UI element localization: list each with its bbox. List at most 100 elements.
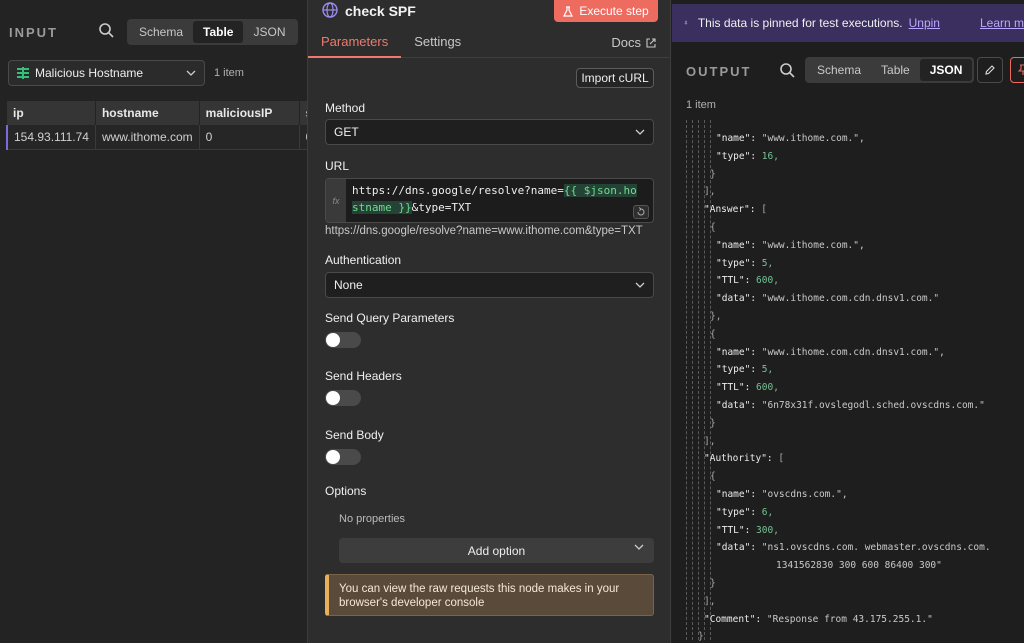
json-key[interactable]: "name": [716, 133, 762, 144]
table-cell[interactable]: 0 [299, 125, 307, 150]
json-line: "name": "www.ithome.com.cdn.dnsv1.com.", [716, 347, 945, 359]
column-header-maliciousip[interactable]: maliciousIP [199, 101, 300, 125]
json-key[interactable]: "TTL": [716, 382, 756, 393]
method-value: GET [334, 125, 359, 139]
json-value[interactable]: "6n78x31f.ovslegodl.sched.ovscdns.com." [762, 400, 985, 411]
execute-step-button[interactable]: Execute step [554, 0, 658, 22]
input-view-toggle: Schema Table JSON [127, 19, 298, 45]
pin-icon [684, 20, 688, 25]
output-tab-schema[interactable]: Schema [807, 59, 871, 81]
search-icon[interactable] [98, 22, 120, 44]
node-title[interactable]: check SPF [345, 3, 416, 19]
json-value[interactable]: "ns1.ovscdns.com. webmaster.ovscdns.com. [762, 542, 991, 553]
import-curl-button[interactable]: Import cURL [576, 68, 654, 88]
node-header: check SPF Execute step Parameters Settin… [308, 0, 670, 58]
json-key[interactable]: "Comment": [704, 614, 767, 625]
edit-output-button[interactable] [977, 57, 1003, 83]
learn-more-link[interactable]: Learn m [980, 16, 1024, 30]
authentication-label: Authentication [325, 253, 402, 267]
json-punctuation: } [698, 631, 704, 643]
json-line: "name": "www.ithome.com.", [716, 240, 865, 252]
json-value[interactable]: "ovscdns.com.", [762, 489, 848, 500]
json-punctuation: { [710, 222, 716, 233]
json-key[interactable]: "type": [716, 507, 762, 518]
json-key[interactable]: "data": [716, 400, 762, 411]
json-value[interactable]: 600, [756, 275, 779, 286]
column-header-susp[interactable]: susp [299, 101, 307, 125]
json-value[interactable]: "www.ithome.com.cdn.dnsv1.com." [762, 293, 939, 304]
input-node-selector[interactable]: Malicious Hostname [8, 60, 205, 86]
column-header-ip[interactable]: ip [7, 101, 96, 125]
json-value[interactable]: 300, [756, 525, 779, 536]
authentication-select[interactable]: None [325, 272, 654, 298]
json-key[interactable]: "name": [716, 489, 762, 500]
send-headers-label: Send Headers [325, 369, 402, 383]
json-value[interactable]: 600, [756, 382, 779, 393]
open-editor-icon[interactable] [633, 205, 649, 219]
json-value[interactable]: [ [778, 453, 784, 464]
json-value[interactable]: "www.ithome.com.", [762, 240, 865, 251]
json-line: } [710, 578, 716, 590]
json-punctuation: { [710, 471, 716, 483]
json-key[interactable]: "name": [716, 240, 762, 251]
column-header-hostname[interactable]: hostname [95, 101, 200, 125]
json-punctuation: }, [710, 311, 722, 322]
input-title: INPUT [9, 25, 58, 40]
json-value[interactable]: 5, [762, 364, 773, 375]
output-tab-table[interactable]: Table [871, 59, 920, 81]
json-value[interactable]: "Response from 43.175.255.1." [767, 614, 933, 625]
json-punctuation: ], [704, 435, 716, 447]
authentication-value: None [334, 278, 363, 292]
json-key[interactable]: "TTL": [716, 275, 756, 286]
json-key[interactable]: "TTL": [716, 525, 756, 536]
json-key[interactable]: "data": [716, 542, 762, 553]
input-tab-json[interactable]: JSON [243, 21, 295, 43]
send-query-toggle[interactable] [325, 332, 361, 348]
json-key[interactable]: "Authority": [704, 453, 778, 464]
table-cell[interactable]: www.ithome.com [95, 125, 200, 150]
docs-link[interactable]: Docs [611, 35, 656, 50]
tab-settings[interactable]: Settings [401, 28, 474, 58]
json-value[interactable]: "www.ithome.com.", [762, 133, 865, 144]
json-key[interactable]: "Answer": [704, 204, 761, 215]
json-value[interactable]: 5, [762, 258, 773, 269]
json-line: { [710, 471, 716, 483]
add-option-button[interactable]: Add option [339, 538, 654, 563]
search-icon[interactable] [779, 62, 801, 84]
pencil-icon [985, 65, 995, 75]
json-value[interactable]: 16, [762, 151, 779, 162]
node-tabs: Parameters Settings [308, 28, 474, 58]
pin-output-button[interactable] [1010, 57, 1024, 83]
json-key[interactable]: "name": [716, 347, 762, 358]
url-value: https://dns.google/resolve?name={{ $json… [352, 182, 638, 216]
json-key[interactable]: "type": [716, 364, 762, 375]
json-line: } [710, 169, 716, 181]
globe-icon [322, 2, 338, 18]
pinned-message: This data is pinned for test executions. [697, 16, 903, 30]
method-select[interactable]: GET [325, 119, 654, 145]
input-tab-schema[interactable]: Schema [129, 21, 193, 43]
send-body-toggle[interactable] [325, 449, 361, 465]
json-key[interactable]: "type": [716, 151, 762, 162]
json-value[interactable]: [ [761, 204, 767, 215]
output-tab-json[interactable]: JSON [919, 59, 973, 81]
table-cell[interactable]: 154.93.111.74 [5, 125, 96, 150]
external-link-icon [646, 37, 656, 48]
json-line: { [710, 329, 716, 341]
send-headers-toggle[interactable] [325, 390, 361, 406]
json-line: }, [710, 311, 721, 323]
output-title: OUTPUT [686, 64, 752, 79]
json-line: 1341562830 300 600 86400 300" [776, 560, 942, 572]
json-value[interactable]: 6, [762, 507, 773, 518]
json-key[interactable]: "data": [716, 293, 762, 304]
json-value[interactable]: "www.ithome.com.cdn.dnsv1.com.", [762, 347, 945, 358]
unpin-link[interactable]: Unpin [909, 16, 940, 30]
json-key[interactable]: "type": [716, 258, 762, 269]
url-preview: https://dns.google/resolve?name=www.itho… [325, 225, 643, 237]
json-value[interactable]: 1341562830 300 600 86400 300" [776, 560, 942, 571]
input-tab-table[interactable]: Table [193, 21, 244, 43]
url-input[interactable]: fx https://dns.google/resolve?name={{ $j… [325, 178, 654, 223]
tab-parameters[interactable]: Parameters [308, 28, 402, 58]
json-line: ], [704, 436, 715, 448]
table-cell[interactable]: 0 [199, 125, 300, 150]
